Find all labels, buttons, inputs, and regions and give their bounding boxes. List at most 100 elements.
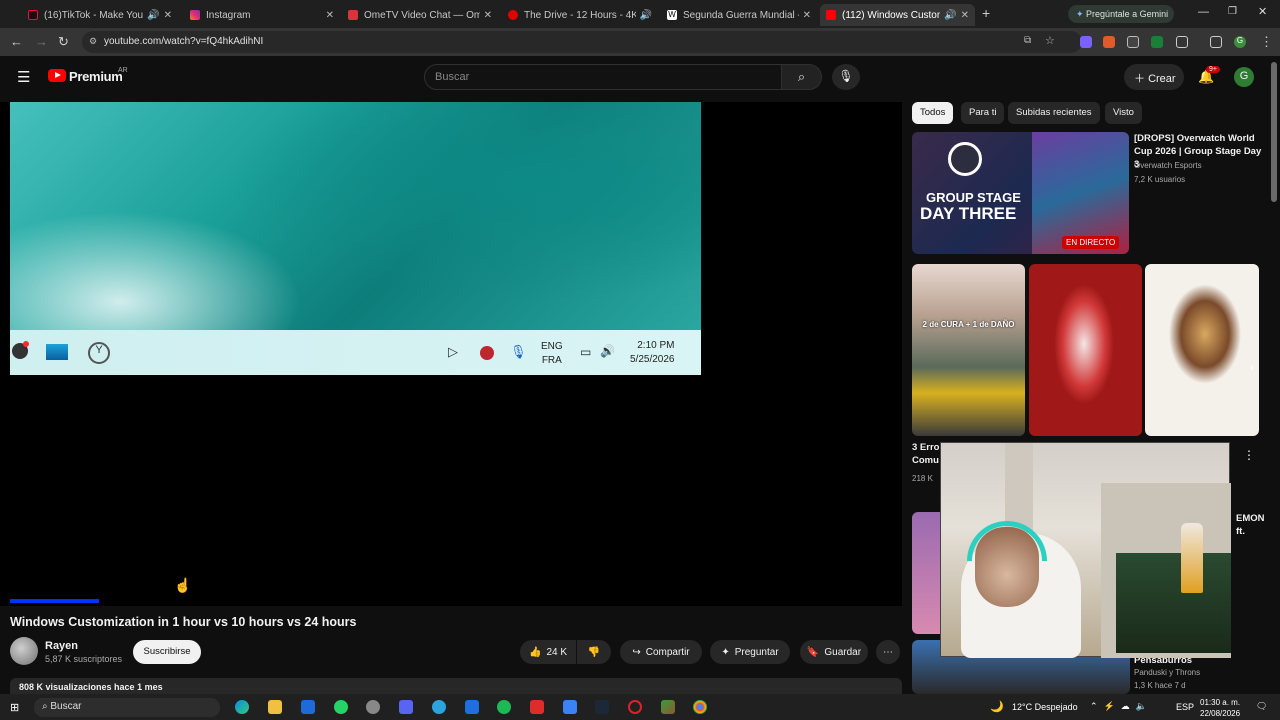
spotify-icon[interactable]: [497, 700, 511, 714]
windows-start-icon[interactable]: ⊞: [10, 701, 19, 714]
ask-button[interactable]: ✦ Preguntar: [710, 640, 790, 664]
live-channel-name[interactable]: Overwatch Esports: [1134, 161, 1202, 170]
short-thumbnail[interactable]: [1145, 264, 1259, 436]
partial-video-meta: 218 K: [912, 474, 933, 483]
shorts-next-arrow-icon[interactable]: ›: [1250, 360, 1254, 374]
partial-video-title[interactable]: EMON ft.: [1236, 512, 1276, 538]
partial-channel-name[interactable]: Panduski y Throns: [1134, 668, 1200, 677]
lang-top: ENG: [541, 341, 563, 352]
channel-name[interactable]: Rayen: [45, 640, 78, 652]
weather-text[interactable]: 12°C Despejado: [1012, 702, 1078, 712]
subscribe-button[interactable]: Suscribirse: [133, 640, 201, 664]
short-caption: 2 de CURA + 1 de DAÑO: [922, 320, 1015, 329]
tray-language: ENG FRA: [541, 340, 563, 368]
tab-tiktok[interactable]: (16)TikTok - Make Your Day 🔊 ✕: [22, 4, 178, 26]
input-language[interactable]: ESP: [1176, 702, 1194, 712]
cast-icon[interactable]: ⧉: [1024, 35, 1031, 46]
app-icon[interactable]: [530, 700, 544, 714]
close-tab-icon[interactable]: ✕: [484, 10, 492, 21]
steam-icon[interactable]: [595, 700, 609, 714]
short-thumbnail[interactable]: 2 de CURA + 1 de DAÑO: [912, 264, 1025, 436]
extension-icon[interactable]: [1080, 36, 1092, 48]
discord-icon[interactable]: [399, 700, 413, 714]
system-tray-icons[interactable]: ⌃⚡☁🔈: [1090, 701, 1153, 712]
tab-search-icon[interactable]: [1210, 36, 1222, 48]
profile-avatar[interactable]: G: [1234, 36, 1246, 48]
chip-para-ti[interactable]: Para ti: [961, 102, 1005, 124]
video-progress-bar[interactable]: [10, 599, 99, 603]
minimize-button[interactable]: —: [1198, 6, 1209, 18]
voice-search-button[interactable]: 🎙: [832, 64, 860, 90]
channel-avatar[interactable]: [10, 637, 38, 665]
windows-clock[interactable]: 01:30 a. m. 22/08/2026: [1200, 697, 1240, 719]
telegram-icon[interactable]: [432, 700, 446, 714]
defender-icon[interactable]: [301, 700, 315, 714]
save-button[interactable]: 🔖 Guardar: [800, 640, 868, 664]
url-field[interactable]: ⚙ youtube.com/watch?v=fQ4hkAdihNI ⧉ ☆: [82, 31, 1082, 53]
more-vertical-icon[interactable]: ⋮: [1243, 448, 1255, 462]
edge-icon[interactable]: [235, 700, 249, 714]
thumbnail-text-2: DAY THREE: [920, 204, 1017, 223]
youtube-icon: [826, 10, 836, 20]
windows-search-box[interactable]: ⌕ Buscar: [34, 698, 220, 717]
live-thumbnail[interactable]: GROUP STAGE DAY THREE EN DIRECTO: [912, 132, 1129, 254]
whatsapp-icon[interactable]: [334, 700, 348, 714]
webcam-bottle: [1181, 523, 1203, 593]
close-tab-icon[interactable]: ✕: [961, 10, 969, 21]
more-actions-button[interactable]: ⋯: [876, 640, 900, 664]
extension-icon[interactable]: [1127, 36, 1139, 48]
search-button[interactable]: ⌕: [782, 64, 822, 90]
chrome-icon[interactable]: [693, 700, 707, 714]
tab-wikipedia[interactable]: W Segunda Guerra Mundial - Wik ✕: [661, 4, 817, 26]
share-button[interactable]: ↪ Compartir: [620, 640, 702, 664]
file-explorer-icon[interactable]: [268, 700, 282, 714]
microphone-icon: 🎙: [838, 69, 854, 83]
extension-icon[interactable]: [1103, 36, 1115, 48]
app-icon[interactable]: [366, 700, 380, 714]
close-tab-icon[interactable]: ✕: [326, 10, 334, 21]
close-tab-icon[interactable]: ✕: [164, 10, 172, 21]
weather-moon-icon[interactable]: 🌙: [990, 700, 1004, 713]
like-button[interactable]: 👍 24 K: [520, 640, 576, 664]
new-tab-button[interactable]: +: [982, 5, 990, 21]
page-scrollbar[interactable]: [1271, 62, 1277, 202]
chip-todos[interactable]: Todos: [912, 102, 954, 124]
account-avatar[interactable]: G: [1234, 67, 1254, 87]
tab-ometv[interactable]: OmeTV Video Chat — Omegle ✕: [342, 4, 498, 26]
youtube-premium-logo[interactable]: Premium: [69, 69, 123, 84]
gemini-icon: ✦: [1076, 9, 1087, 19]
dislike-button[interactable]: 👎: [577, 640, 611, 664]
close-window-button[interactable]: ✕: [1258, 5, 1267, 18]
tray-display-icon: ▭: [580, 345, 592, 359]
app-icon[interactable]: [563, 700, 577, 714]
gemini-button[interactable]: ✦ Pregúntale a Gemini: [1068, 5, 1174, 23]
site-info-icon[interactable]: ⚙: [89, 36, 97, 47]
partial-thumbnail[interactable]: [912, 512, 940, 634]
forward-button[interactable]: →: [35, 34, 48, 49]
minecraft-icon[interactable]: [661, 700, 675, 714]
tab-youtube-active[interactable]: (112) Windows Customizati 🔊 ✕: [820, 4, 975, 26]
webcam-overlay: [940, 442, 1231, 658]
short-thumbnail[interactable]: [1029, 264, 1142, 436]
thumbs-down-icon: 👎: [587, 646, 601, 658]
youtube-logo-icon[interactable]: [48, 69, 66, 82]
create-button[interactable]: ＋ Crear: [1124, 64, 1184, 90]
extensions-puzzle-icon[interactable]: [1176, 36, 1188, 48]
app-icon[interactable]: [465, 700, 479, 714]
chip-visto[interactable]: Visto: [1105, 102, 1142, 124]
extension-icon[interactable]: [1151, 36, 1163, 48]
search-input[interactable]: Buscar: [424, 64, 782, 90]
reload-button[interactable]: ↻: [58, 34, 69, 50]
maximize-button[interactable]: ❐: [1228, 6, 1237, 17]
close-tab-icon[interactable]: ✕: [803, 10, 811, 21]
browser-menu-icon[interactable]: ⋮: [1260, 34, 1273, 50]
notification-center-icon[interactable]: 🗨: [1256, 701, 1267, 712]
bookmark-star-icon[interactable]: ☆: [1045, 34, 1055, 47]
chip-subidas-recientes[interactable]: Subidas recientes: [1008, 102, 1100, 124]
tab-the-drive[interactable]: The Drive - 12 Hours - 4K U 🔊: [502, 4, 658, 26]
opera-icon[interactable]: [628, 700, 642, 714]
hamburger-menu-icon[interactable]: ☰: [17, 68, 30, 86]
tab-instagram[interactable]: Instagram ✕: [184, 4, 340, 26]
back-button[interactable]: ←: [10, 34, 23, 49]
partial-video-title[interactable]: 3 Erro Comu: [912, 441, 942, 467]
